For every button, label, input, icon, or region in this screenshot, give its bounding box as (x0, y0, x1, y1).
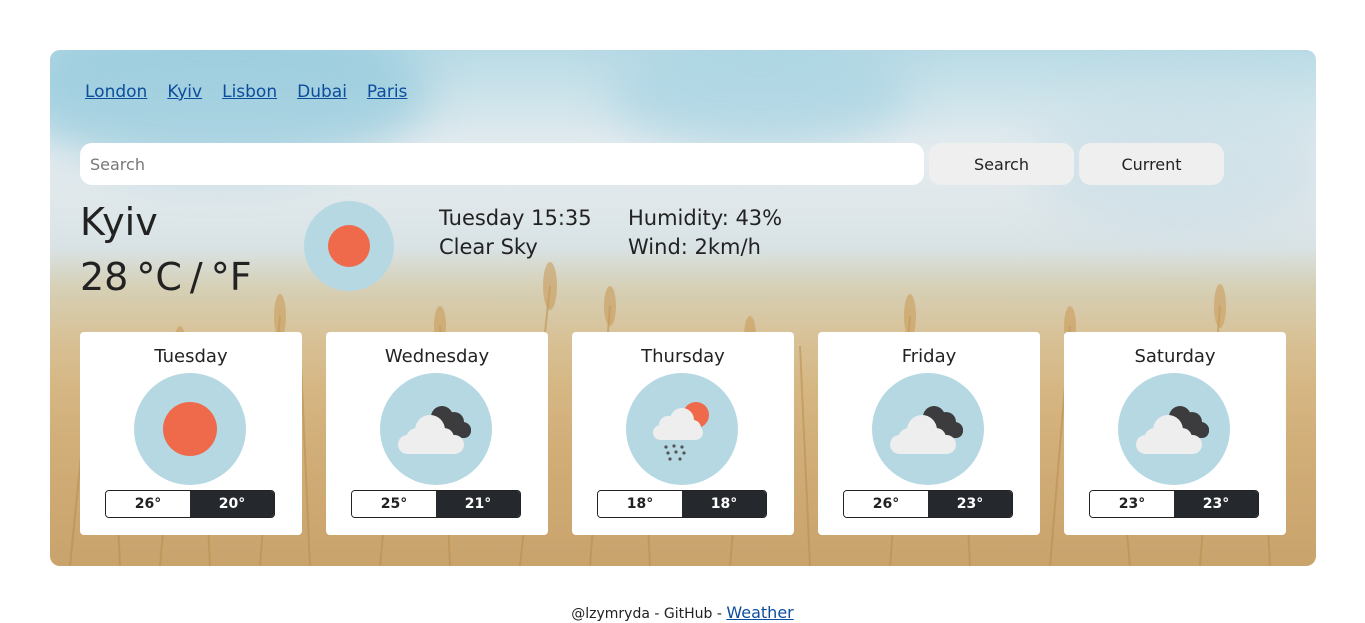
footer-weather-link[interactable]: Weather (726, 603, 793, 622)
celsius-unit[interactable]: °C (136, 255, 182, 299)
clouds-icon (872, 373, 984, 485)
forecast-list: Tuesday 26° 20° Wednesday 25° 21° Thursd… (80, 332, 1286, 535)
forecast-day-name: Wednesday (384, 346, 490, 367)
forecast-day-card: Friday 26° 23° (818, 332, 1040, 535)
forecast-max-temp: 23° (1090, 491, 1174, 517)
footer-separator: - (654, 606, 660, 622)
weather-card: London Kyiv Lisbon Dubai Paris Search Cu… (50, 50, 1316, 566)
humidity-text: Humidity: 43% (628, 206, 783, 230)
city-quick-links: London Kyiv Lisbon Dubai Paris (85, 82, 407, 102)
current-datetime: Tuesday 15:35 (439, 206, 592, 230)
forecast-min-temp: 20° (190, 491, 274, 517)
forecast-temperatures: 26° 20° (105, 490, 275, 518)
clouds-icon (380, 373, 492, 485)
forecast-min-temp: 23° (928, 491, 1012, 517)
search-button[interactable]: Search (929, 143, 1074, 185)
forecast-max-temp: 26° (106, 491, 190, 517)
sky-decoration (610, 50, 910, 150)
forecast-day-card: Wednesday 25° 21° (326, 332, 548, 535)
forecast-day-name: Tuesday (154, 346, 228, 367)
city-link-lisbon[interactable]: Lisbon (222, 82, 277, 102)
forecast-temperatures: 26° 23° (843, 490, 1013, 518)
forecast-day-name: Thursday (641, 346, 725, 367)
city-link-kyiv[interactable]: Kyiv (167, 82, 202, 102)
forecast-max-temp: 18° (598, 491, 682, 517)
weather-description: Clear Sky (439, 235, 538, 259)
sun-icon (134, 373, 246, 485)
current-location-button[interactable]: Current (1079, 143, 1224, 185)
forecast-day-card: Tuesday 26° 20° (80, 332, 302, 535)
forecast-max-temp: 26° (844, 491, 928, 517)
wind-text: Wind: 2km/h (628, 235, 761, 259)
search-input[interactable] (80, 143, 924, 185)
forecast-min-temp: 18° (682, 491, 766, 517)
forecast-temperatures: 23° 23° (1089, 490, 1259, 518)
forecast-max-temp: 25° (352, 491, 436, 517)
footer-author: @lzymryda (571, 606, 650, 622)
city-link-london[interactable]: London (85, 82, 147, 102)
forecast-temperatures: 18° 18° (597, 490, 767, 518)
footer-separator: - (716, 606, 722, 622)
forecast-temperatures: 25° 21° (351, 490, 521, 518)
forecast-min-temp: 23° (1174, 491, 1258, 517)
city-link-paris[interactable]: Paris (367, 82, 407, 102)
current-conditions-block: Humidity: 43% Wind: 2km/h (628, 204, 782, 262)
sun-icon (304, 201, 394, 291)
page-footer: @lzymryda - GitHub - Weather (0, 603, 1365, 622)
forecast-day-name: Saturday (1134, 346, 1216, 367)
forecast-min-temp: 21° (436, 491, 520, 517)
footer-github-text: GitHub (663, 606, 713, 622)
forecast-day-name: Friday (901, 346, 957, 367)
current-datetime-block: Tuesday 15:35 Clear Sky (439, 204, 592, 262)
clouds-icon (1118, 373, 1230, 485)
forecast-day-card: Saturday 23° 23° (1064, 332, 1286, 535)
current-temperature: 28 (80, 255, 129, 299)
fahrenheit-unit[interactable]: °F (211, 255, 252, 299)
current-temperature-line: 28 °C / °F (80, 255, 260, 299)
unit-separator: / (189, 255, 203, 299)
rain-sun-icon (626, 373, 738, 485)
current-city-name: Kyiv (80, 200, 158, 244)
forecast-day-card: Thursday 18° 18° (572, 332, 794, 535)
city-link-dubai[interactable]: Dubai (297, 82, 347, 102)
